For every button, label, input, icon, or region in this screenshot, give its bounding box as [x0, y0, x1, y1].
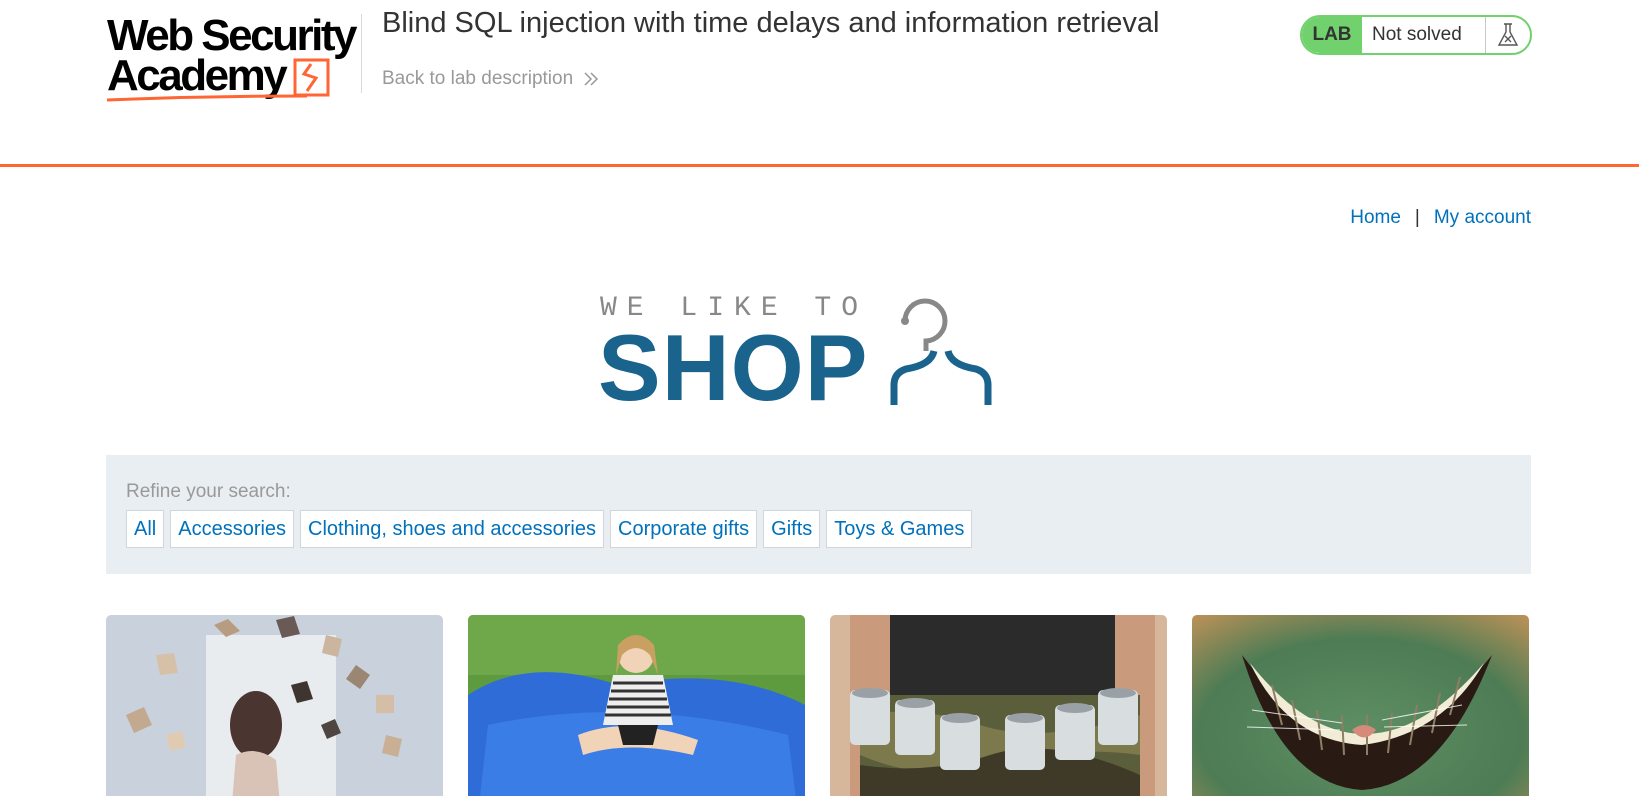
top-navigation: Home | My account — [1350, 207, 1531, 229]
filter-corporate-gifts[interactable]: Corporate gifts — [610, 510, 758, 548]
double-chevron-right-icon — [584, 72, 599, 86]
product-card[interactable] — [468, 615, 805, 796]
banner-shop-word: SHOP — [598, 315, 869, 420]
academy-header: Web Security Academy Blind SQL injection… — [0, 0, 1639, 167]
back-link-label: Back to lab description — [382, 68, 574, 89]
grin-image — [1192, 615, 1529, 796]
filter-toys-games[interactable]: Toys & Games — [826, 510, 973, 548]
filter-accessories[interactable]: Accessories — [170, 510, 295, 548]
filter-clothing-shoes-accessories[interactable]: Clothing, shoes and accessories — [300, 510, 604, 548]
product-grid — [106, 615, 1531, 796]
web-security-academy-logo[interactable]: Web Security Academy — [107, 14, 357, 104]
header-divider — [361, 14, 362, 93]
lab-badge: LAB — [1302, 17, 1362, 53]
back-to-lab-description-link[interactable]: Back to lab description — [382, 68, 599, 90]
logo-graphic — [107, 58, 330, 102]
hanger-icon — [890, 298, 992, 405]
flask-icon — [1486, 17, 1530, 53]
product-card[interactable] — [106, 615, 443, 796]
shop-banner: WE LIKE TO SHOP — [598, 293, 1038, 420]
beer-belt-image — [830, 615, 1167, 796]
giant-beanbag-image — [468, 615, 805, 796]
my-account-link[interactable]: My account — [1434, 207, 1531, 228]
category-filter-list: All Accessories Clothing, shoes and acce… — [126, 510, 973, 548]
nav-separator: | — [1414, 207, 1420, 228]
lab-status-text: Not solved — [1362, 17, 1486, 53]
filter-panel: Refine your search: All Accessories Clot… — [106, 455, 1531, 574]
product-card[interactable] — [1192, 615, 1529, 796]
filter-all[interactable]: All — [126, 510, 165, 548]
lab-status-widget: LAB Not solved — [1300, 15, 1532, 55]
flying-books-image — [106, 615, 443, 796]
filter-gifts[interactable]: Gifts — [763, 510, 821, 548]
home-link[interactable]: Home — [1350, 207, 1401, 228]
lab-title: Blind SQL injection with time delays and… — [382, 7, 1160, 39]
product-card[interactable] — [830, 615, 1167, 796]
filter-label: Refine your search: — [126, 481, 291, 502]
